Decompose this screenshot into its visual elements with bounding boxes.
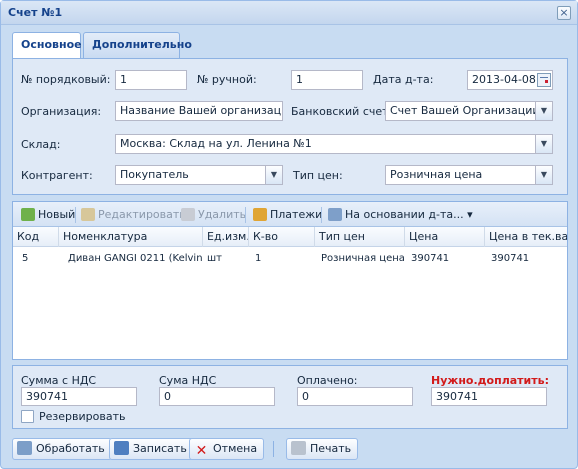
invoice-window: Счет №1 × Основное Дополнительно № поряд…	[0, 0, 578, 469]
printer-icon	[291, 441, 306, 455]
table-row[interactable]: 5 Диван GANGI 0211 (Kelvin ... шт 1 Розн…	[13, 248, 567, 270]
process-button[interactable]: Обработать	[12, 438, 112, 460]
warehouse-label: Склад:	[21, 138, 61, 151]
toolbar-divider	[245, 207, 246, 223]
cancel-button[interactable]: ✕ Отмена	[189, 438, 265, 460]
footer-divider	[273, 441, 274, 457]
counterparty-label: Контрагент:	[21, 169, 93, 182]
chevron-down-icon[interactable]: ▼	[265, 166, 282, 184]
column-header[interactable]: Цена в тек.вал.	[485, 227, 567, 247]
price-type-value: Розничная цена	[390, 168, 483, 181]
table-cell: 390741	[411, 253, 450, 264]
paid-label: Оплачено:	[297, 374, 358, 387]
print-label: Печать	[310, 442, 352, 455]
table-cell: Диван GANGI 0211 (Kelvin ...	[68, 253, 204, 264]
save-button[interactable]: Записать	[109, 438, 194, 460]
based-on-label: На основании д-та...	[345, 208, 464, 221]
print-button[interactable]: Печать	[286, 438, 359, 460]
cancel-label: Отмена	[213, 442, 258, 455]
delete-button[interactable]: Удалить	[181, 207, 246, 223]
close-button[interactable]: ×	[557, 6, 571, 20]
column-header[interactable]: К-во	[249, 227, 315, 247]
tab-additional[interactable]: Дополнительно	[83, 32, 192, 58]
items-grid-panel: Новый Редактировать Удалить Платежи На о…	[12, 201, 568, 360]
chevron-down-icon[interactable]: ▼	[535, 166, 552, 184]
warehouse-combo[interactable]: Москва: Склад на ул. Ленина №1 ▼	[115, 134, 553, 154]
chevron-down-icon[interactable]: ▼	[535, 102, 552, 120]
edit-button[interactable]: Редактировать	[81, 207, 186, 223]
paid-field[interactable]: 0	[297, 387, 413, 406]
bank-value: Счет Вашей Организации	[390, 104, 540, 117]
date-field[interactable]: 2013-04-08	[467, 70, 553, 90]
footer-toolbar: Обработать Записать ✕ Отмена Печать	[1, 433, 577, 468]
manual-no-field[interactable]: 1	[291, 70, 363, 90]
tab-main-label: Основное	[21, 38, 82, 51]
new-button[interactable]: Новый	[21, 207, 75, 223]
date-label: Дата д-та:	[373, 73, 434, 86]
tab-main[interactable]: Основное	[12, 32, 82, 59]
column-header[interactable]: Номенклатура	[59, 227, 203, 247]
title-bar[interactable]: Счет №1 ×	[1, 1, 577, 25]
column-header[interactable]: Тип цен	[315, 227, 405, 247]
delete-icon	[181, 208, 195, 221]
chevron-down-icon: ▾	[467, 208, 473, 221]
vat-label: Сума НДС	[159, 374, 217, 387]
floppy-icon	[114, 441, 129, 455]
date-value: 2013-04-08	[472, 73, 536, 86]
based-on-button[interactable]: На основании д-та... ▾	[328, 207, 473, 223]
table-cell: 5	[22, 253, 29, 264]
counterparty-combo[interactable]: Покупатель ▼	[115, 165, 283, 185]
document-icon	[328, 208, 342, 221]
bank-label: Банковский счет:	[291, 105, 393, 118]
warehouse-value: Москва: Склад на ул. Ленина №1	[120, 137, 312, 150]
coins-icon	[253, 208, 267, 221]
column-header[interactable]: Цена	[405, 227, 485, 247]
reserve-label: Резервировать	[39, 410, 126, 423]
org-label: Организация:	[21, 105, 102, 118]
delete-label: Удалить	[198, 208, 247, 221]
chevron-down-icon[interactable]: ▼	[535, 135, 552, 153]
price-type-label: Тип цен:	[293, 169, 343, 182]
counterparty-value: Покупатель	[120, 168, 189, 181]
org-field[interactable]: Название Вашей организации	[115, 101, 283, 121]
table-cell: шт	[207, 253, 222, 264]
payments-button[interactable]: Платежи	[253, 207, 322, 223]
vat-field[interactable]: 0	[159, 387, 275, 406]
add-icon	[21, 208, 35, 221]
tab-additional-label: Дополнительно	[92, 38, 192, 51]
new-label: Новый	[38, 208, 76, 221]
edit-icon	[81, 208, 95, 221]
grid-header: Код Номенклатура Ед.изм. К-во Тип цен Це…	[13, 227, 567, 247]
due-field[interactable]: 390741	[431, 387, 547, 406]
sum-vat-label: Сумма с НДС	[21, 374, 97, 387]
bank-combo[interactable]: Счет Вашей Организации ▼	[385, 101, 553, 121]
order-no-label: № порядковый:	[21, 73, 111, 86]
toolbar-divider	[321, 207, 322, 223]
table-cell: Розничная цена	[321, 253, 405, 264]
price-type-combo[interactable]: Розничная цена ▼	[385, 165, 553, 185]
edit-label: Редактировать	[98, 208, 186, 221]
toolbar-divider	[75, 207, 76, 223]
cancel-icon: ✕	[195, 443, 208, 459]
sum-vat-field[interactable]: 390741	[21, 387, 137, 406]
order-no-field[interactable]: 1	[115, 70, 187, 90]
process-icon	[17, 441, 32, 455]
main-form-panel: № порядковый: 1 № ручной: 1 Дата д-та: 2…	[12, 58, 568, 195]
save-label: Записать	[133, 442, 187, 455]
table-cell: 390741	[491, 253, 530, 264]
totals-panel: Сумма с НДС 390741 Сума НДС 0 Оплачено: …	[12, 365, 568, 429]
due-label: Нужно.доплатить:	[431, 374, 549, 387]
calendar-icon[interactable]	[537, 73, 551, 87]
grid-toolbar: Новый Редактировать Удалить Платежи На о…	[13, 202, 567, 227]
reserve-checkbox[interactable]	[21, 410, 34, 423]
process-label: Обработать	[36, 442, 105, 455]
table-cell: 1	[255, 253, 262, 264]
payments-label: Платежи	[270, 208, 323, 221]
column-header[interactable]: Код	[13, 227, 59, 247]
window-title: Счет №1	[8, 6, 63, 19]
manual-no-label: № ручной:	[197, 73, 257, 86]
column-header[interactable]: Ед.изм.	[203, 227, 249, 247]
